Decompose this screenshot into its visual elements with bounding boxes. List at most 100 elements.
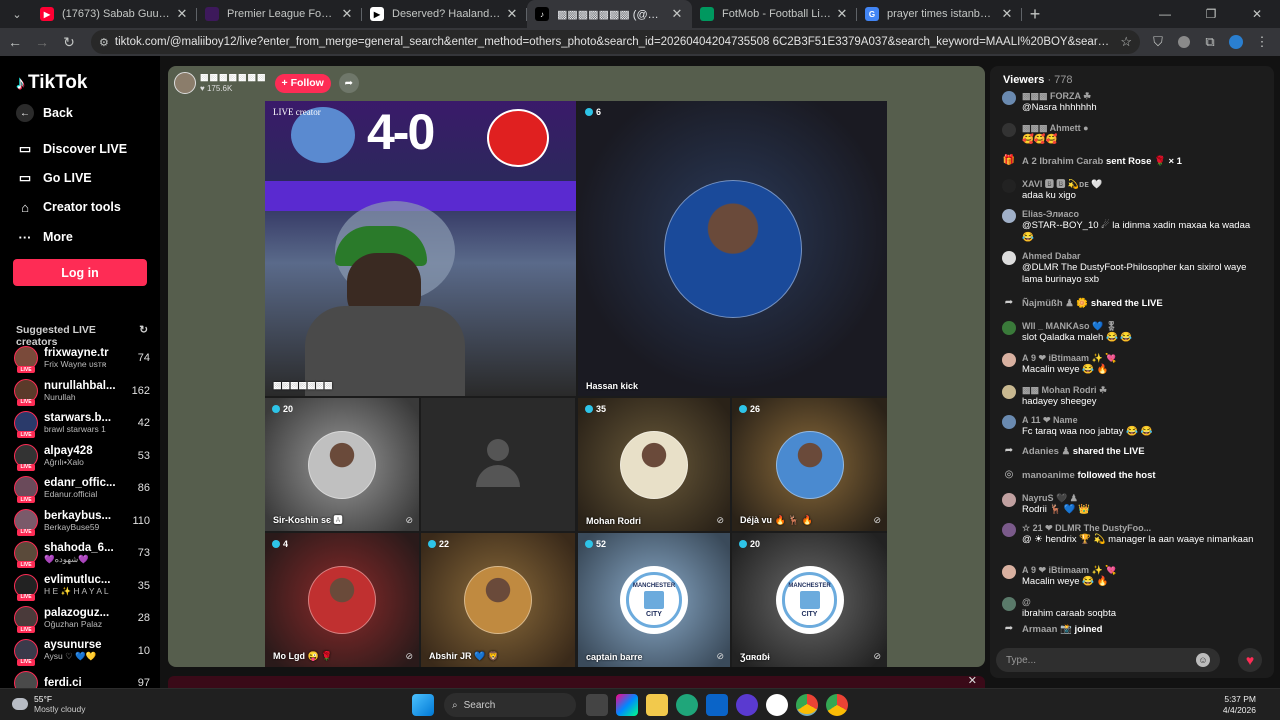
chat-message[interactable]: @ ibrahim caraab soqbta [1002,596,1264,620]
guest-video-cell[interactable]: 35 Mohan Rodri ⊘ [578,398,730,531]
close-banner-icon[interactable]: ✕ [968,674,977,687]
chat-message[interactable]: ▩▩▩ FORZA ☘ @Nasra hhhhhhh [1002,90,1264,114]
sidebar-item-more[interactable]: ··· More [16,228,73,246]
chat-avatar[interactable] [1002,209,1016,223]
chat-username[interactable]: А 9 ❤ iBtimaam ✨ 💘 [1022,564,1264,576]
chrome-menu-icon[interactable]: ⋮ [1250,30,1274,54]
guest-video-cell[interactable]: 4 Mo Lgd 😜 🌹 ⊘ [265,533,419,667]
suggested-creator[interactable]: LIVE starwars.b... brawl starwars 1 42 [14,408,150,438]
chat-avatar[interactable] [1002,385,1016,399]
browser-tab[interactable]: Gprayer times istanbul - Google ✕ [857,0,1022,28]
sidebar-item-discover-live[interactable]: ▭ Discover LIVE [16,140,127,158]
address-bar[interactable]: ⚙ tiktok.com/@maliiboy12/live?enter_from… [91,30,1140,54]
browser-tab[interactable]: FotMob - Football Live Scores ✕ [692,0,857,28]
chat-avatar[interactable] [1002,493,1016,507]
close-window-button[interactable]: ✕ [1234,0,1280,28]
chat-avatar[interactable] [1002,123,1016,137]
chat-username[interactable]: ▩▩▩ FORZA ☘ [1022,90,1264,102]
guest-video-cell[interactable]: 22 Abshir JR 💙 🦁 [421,533,575,667]
chat-username[interactable]: Wll _ MANKAso 💙 🎖 [1022,320,1264,332]
chat-username[interactable]: А 9 ❤ iBtimaam ✨ 💘 [1022,352,1264,364]
chat-event[interactable]: ➦ Armaan 📸 joined [1002,622,1264,636]
back-link[interactable]: ← Back [16,104,73,122]
chat-message[interactable]: Elias-Элиасо @STAR--BOY_10 ☄ la idinma xa… [1002,208,1264,244]
suggested-creator[interactable]: LIVE shahoda_6... 💜شهوده💜 73 [14,538,150,568]
bookmark-star-icon[interactable]: ☆ [1120,34,1132,50]
chat-event[interactable]: 🎁 А 2 Ibrahim Carab sent Rose 🌹 × 1 [1002,154,1264,168]
copilot-icon[interactable] [616,694,638,716]
suggested-creator[interactable]: LIVE aysunurse Aysu ♡ 💙💛 10 [14,636,150,666]
sidebar-item-go-live[interactable]: ▭ Go LIVE [16,169,92,187]
shield-extension-icon[interactable]: ⛉ [1146,30,1170,54]
new-tab-button[interactable]: + [1022,4,1048,25]
tiktok-logo[interactable]: ♪ TikTok [16,72,87,94]
chat-event[interactable]: ◎ manoanime followed the host [1002,468,1264,482]
back-arrow-icon[interactable]: ← [3,30,27,54]
chrome-icon[interactable] [796,694,818,716]
chat-message[interactable]: Wll _ MANKAso 💙 🎖 slot Qaladka maleh 😂 😂 [1002,320,1264,344]
guest-video-cell[interactable]: MANCHESTER CITY 52 captain barre ⊘ [578,533,730,667]
chat-username[interactable]: Ahmed Dabar [1022,250,1264,262]
chat-username[interactable]: Armaan 📸 [1022,624,1072,635]
share-icon[interactable]: ➦ [338,73,359,93]
chat-username[interactable]: Adanies ♟ [1022,446,1070,457]
suggested-creator[interactable]: LIVE frixwayne.tr Frix Wayne ᴜѕᴛʀ 74 [14,343,150,373]
chat-username[interactable]: ▩▩▩ Ahmett ● [1022,122,1264,134]
edge-icon[interactable] [676,694,698,716]
close-tab-icon[interactable]: ✕ [340,6,354,22]
suggested-creator[interactable]: LIVE evlimutluc... H E ✨ H A Y A L 35 [14,571,150,601]
guest-video-cell[interactable]: 26 Déjà vu 🔥 🦌 🔥 ⊘ [732,398,887,531]
chat-message[interactable]: А 9 ❤ iBtimaam ✨ 💘 Macalin weye 😂 🔥 [1002,564,1264,588]
suggested-creator[interactable]: LIVE alpay428 Ağrılı•Xalo 53 [14,441,150,471]
chat-username[interactable]: ☆ 21 ❤ DLMR The DustyFoo... [1022,522,1264,534]
chat-avatar[interactable] [1002,353,1016,367]
guest-video-cell[interactable] [421,398,575,531]
chat-message[interactable]: А 11 ❤ Name Fc taraq waa noo jabtay 😂 😂 [1002,414,1264,438]
chat-username[interactable]: Ñajmüßh ♟ 🌼 [1022,298,1088,309]
task-view-icon[interactable] [586,694,608,716]
close-tab-icon[interactable]: ✕ [670,6,684,22]
restore-button[interactable]: ❐ [1188,0,1234,28]
suggested-creator[interactable]: LIVE palazoguz... Oğuzhan Palaz 28 [14,603,150,633]
file-explorer-icon[interactable] [646,694,668,716]
chat-message[interactable]: ▩▩▩ Ahmett ● 🥰🥰🥰 [1002,122,1264,146]
browser-tab[interactable]: ♪ ▩▩▩▩▩▩▩ (@maliiboy1 ✕ [527,0,692,28]
chat-avatar[interactable] [1002,321,1016,335]
chat-avatar[interactable] [1002,523,1016,537]
host-name[interactable]: ▩▩▩▩▩▩▩ [200,72,267,83]
chrome-profile-icon[interactable] [826,694,848,716]
minimize-button[interactable]: — [1142,0,1188,28]
guest-video-cell[interactable]: 20 Sir-Koshin ѕє 🅰 ⊘ [265,398,419,531]
outlook-icon[interactable] [706,694,728,716]
chat-username[interactable]: manoanime [1022,470,1075,481]
browser-tab[interactable]: Premier League Football News, ✕ [197,0,362,28]
chat-message[interactable]: А 9 ❤ iBtimaam ✨ 💘 Macalin weye 😂 🔥 [1002,352,1264,376]
profile-avatar-icon[interactable] [1224,30,1248,54]
suggested-creator[interactable]: LIVE ferdi.ci 97 [14,668,150,688]
chat-username[interactable]: ▩▩ Mohan Rodri ☘ [1022,384,1264,396]
chat-username[interactable]: XAVI 🅱 🅱 💫ᴅᴇ 🤍 [1022,178,1264,190]
close-tab-icon[interactable]: ✕ [175,6,189,22]
guest-video-cell[interactable]: 6 Hassan kick [578,101,887,396]
suggested-creator[interactable]: LIVE nurullahbal... Nurullah 162 [14,376,150,406]
guest-video-cell[interactable]: MANCHESTER CITY 20 Ʒɑʀɑɓɨ ⊘ [732,533,887,667]
sidebar-item-creator-tools[interactable]: ⌂ Creator tools [16,198,121,216]
chat-username[interactable]: А 11 ❤ Name [1022,414,1264,426]
chat-username[interactable]: А 2 Ibrahim Carab [1022,156,1103,167]
suggested-creator[interactable]: LIVE edanr_offic... Edanur.official 86 [14,473,150,503]
chat-event[interactable]: ➦ Adanies ♟ shared the LIVE [1002,444,1264,458]
extension-circle-icon[interactable] [1172,30,1196,54]
close-tab-icon[interactable]: ✕ [835,6,849,22]
browser-tab[interactable]: ▶ (17673) Sabab Guuldaradii City ✕ [32,0,197,28]
chat-event[interactable]: ➦ Ñajmüßh ♟ 🌼 shared the LIVE [1002,296,1264,310]
windows-start-icon[interactable] [412,694,434,716]
chat-avatar[interactable] [1002,597,1016,611]
site-info-icon[interactable]: ⚙ [99,36,109,49]
host-avatar[interactable] [174,72,196,94]
chat-avatar[interactable] [1002,91,1016,105]
suggested-creator[interactable]: LIVE berkaybus... BerkayBuse59 110 [14,506,150,536]
chat-username[interactable]: Elias-Элиасо [1022,208,1264,220]
github-icon[interactable] [766,694,788,716]
chat-username[interactable]: NayruS 🖤 ♟ [1022,492,1264,504]
chat-message[interactable]: XAVI 🅱 🅱 💫ᴅᴇ 🤍 adaa ku xigo [1002,178,1264,202]
